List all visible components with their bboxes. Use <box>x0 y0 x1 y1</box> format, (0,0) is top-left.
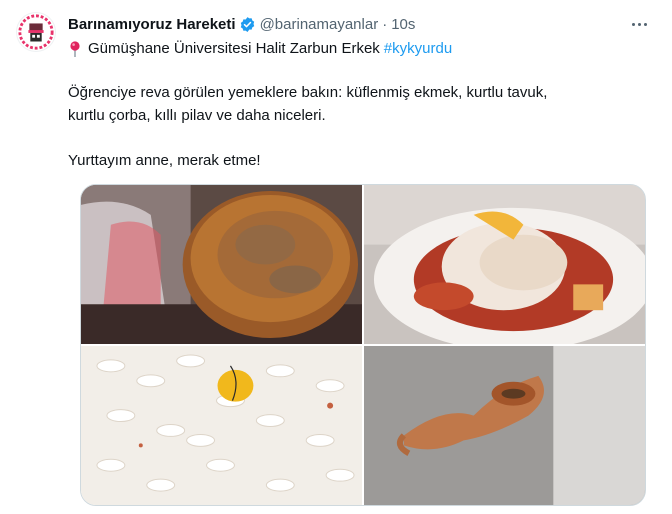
timestamp[interactable]: 10s <box>391 16 415 33</box>
more-options-icon[interactable] <box>628 15 650 33</box>
chicken-photo[interactable] <box>364 185 645 344</box>
author-handle[interactable]: @barinamayanlar <box>260 16 379 33</box>
separator-dot: · <box>382 15 388 33</box>
media-grid <box>80 184 646 506</box>
round-pushpin-icon <box>68 40 82 58</box>
location-line: Gümüşhane Üniversitesi Halit Zarbun Erke… <box>68 39 648 59</box>
location-text: Gümüşhane Üniversitesi Halit Zarbun Erke… <box>88 40 380 57</box>
moldy-bread-photo[interactable] <box>81 185 362 344</box>
verified-badge-icon <box>239 16 256 33</box>
tweet-text-line: Yurttayım anne, merak etme! <box>68 152 261 169</box>
soup-spoon-photo[interactable] <box>364 346 645 505</box>
author-name[interactable]: Barınamıyoruz Hareketi <box>68 16 236 33</box>
tweet-header: Barınamıyoruz Hareketi @barinamayanlar ·… <box>68 14 622 34</box>
avatar[interactable] <box>16 12 56 52</box>
tweet-text-line: kurtlu çorba, kıllı pilav ve daha nicele… <box>68 107 326 124</box>
tweet-text-line: Öğrenciye reva görülen yemeklere bakın: … <box>68 84 548 101</box>
hashtag-link[interactable]: #kykyurdu <box>384 39 452 59</box>
rice-photo[interactable] <box>81 346 362 505</box>
